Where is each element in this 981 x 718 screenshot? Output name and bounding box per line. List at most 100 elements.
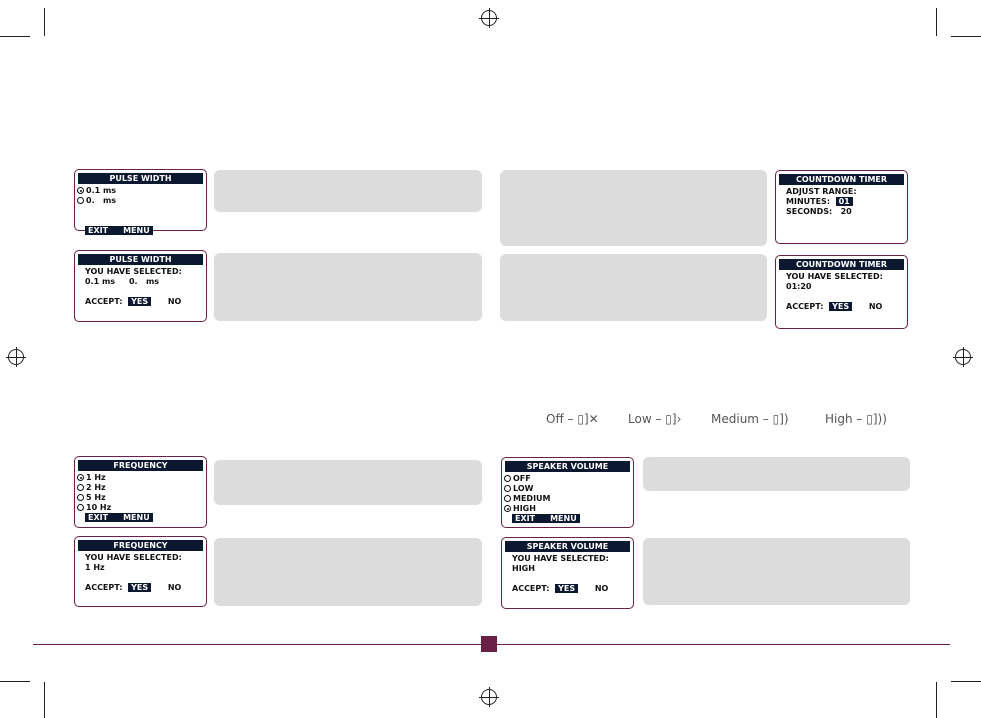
option-label: 10 Hz (86, 503, 112, 512)
screen-line: YOU HAVE SELECTED: (75, 267, 206, 277)
no-button[interactable]: NO (168, 297, 182, 306)
option-label: 0. ms (86, 196, 117, 205)
option-label: HIGH (513, 504, 536, 513)
lcd-screen-speaker-volume-confirm: SPEAKER VOLUME YOU HAVE SELECTED: HIGH ACCE… (501, 537, 634, 609)
lcd-screen-countdown-timer-adjust: COUNTDOWN TIMER ADJUST RANGE: MINUTES: 01 S… (775, 170, 908, 244)
radio-selected-icon[interactable] (77, 187, 84, 194)
field-value[interactable]: 01 (835, 197, 853, 206)
screen-line: EXIT MENU (75, 226, 206, 236)
option-label: LOW (513, 484, 534, 493)
screen-text: HIGH (512, 564, 535, 573)
radio-selected-icon[interactable] (504, 505, 511, 512)
radio-option[interactable]: OFF (502, 474, 633, 484)
screen-title: SPEAKER VOLUME (505, 461, 630, 472)
screen-line: EXIT MENU (75, 513, 206, 523)
exit-button[interactable]: EXIT (85, 226, 121, 235)
radio-empty-icon[interactable] (77, 504, 84, 511)
volume-legend-medium: Medium – ▯]) (711, 412, 789, 426)
yes-button[interactable]: YES (128, 297, 152, 306)
option-label: OFF (513, 474, 531, 483)
volume-label: Low – (628, 412, 662, 426)
speaker-high-icon: ▯])) (866, 412, 887, 426)
lcd-screen-countdown-timer-confirm: COUNTDOWN TIMER YOU HAVE SELECTED: 01:20 AC… (775, 255, 908, 329)
registration-mark-icon (6, 347, 26, 367)
no-button[interactable]: NO (595, 584, 609, 593)
field-label: MINUTES: (786, 197, 836, 206)
exit-button[interactable]: EXIT (85, 513, 121, 522)
radio-option[interactable]: 5 Hz (75, 493, 206, 503)
page-marker (481, 636, 497, 652)
option-label: MEDIUM (513, 494, 551, 503)
no-button[interactable]: NO (869, 302, 883, 311)
radio-option[interactable]: MEDIUM (502, 494, 633, 504)
screen-text: 01:20 (786, 282, 812, 291)
text-panel (214, 253, 482, 321)
radio-empty-icon[interactable] (77, 197, 84, 204)
speaker-muted-icon: ▯]✕ (577, 412, 599, 426)
screen-line: 0.1 ms 0. ms (75, 277, 206, 287)
volume-legend-low: Low – ▯]› (628, 412, 681, 426)
accept-label: ACCEPT: (85, 583, 123, 592)
yes-button[interactable]: YES (555, 584, 579, 593)
screen-line: ACCEPT: YES NO (776, 302, 907, 312)
text-panel (500, 254, 767, 321)
volume-legend-high: High – ▯])) (825, 412, 887, 426)
option-label: 0.1 ms (86, 186, 117, 195)
radio-empty-icon[interactable] (504, 495, 511, 502)
no-button[interactable]: NO (168, 583, 182, 592)
text-panel (643, 457, 910, 491)
radio-empty-icon[interactable] (77, 484, 84, 491)
screen-line: MINUTES: 01 (776, 197, 907, 207)
text-panel (500, 170, 767, 246)
lcd-screen-speaker-volume-select: SPEAKER VOLUME OFF LOW MEDIUM HIGH EXIT MENU (501, 457, 634, 528)
menu-button[interactable]: MENU (120, 513, 153, 522)
registration-mark-icon (953, 347, 973, 367)
screen-line: ACCEPT: YES NO (75, 583, 206, 593)
radio-option[interactable]: 0.1 ms (75, 186, 206, 196)
option-label: 2 Hz (86, 483, 106, 492)
screen-title: SPEAKER VOLUME (505, 541, 630, 552)
text-panel (214, 538, 482, 606)
crop-mark (951, 681, 981, 682)
volume-label: High – (825, 412, 863, 426)
lcd-screen-frequency-select: FREQUENCY 1 Hz 2 Hz 5 Hz 10 Hz EXIT MENU (74, 456, 207, 528)
screen-title: PULSE WIDTH (78, 173, 203, 184)
radio-option[interactable]: 1 Hz (75, 473, 206, 483)
option-label: 1 Hz (86, 473, 106, 482)
screen-line: ACCEPT: YES NO (75, 297, 206, 307)
accept-label: ACCEPT: (512, 584, 550, 593)
radio-option[interactable]: 2 Hz (75, 483, 206, 493)
screen-line: YOU HAVE SELECTED: (75, 553, 206, 563)
radio-option[interactable]: LOW (502, 484, 633, 494)
crop-mark (936, 8, 937, 36)
radio-option[interactable]: 0. ms (75, 196, 206, 206)
radio-empty-icon[interactable] (504, 475, 511, 482)
yes-button[interactable]: YES (128, 583, 152, 592)
field-label: SECONDS: (786, 207, 841, 216)
accept-label: ACCEPT: (85, 297, 123, 306)
radio-option[interactable]: HIGH (502, 504, 633, 514)
menu-button[interactable]: MENU (547, 514, 580, 523)
yes-button[interactable]: YES (829, 302, 853, 311)
exit-button[interactable]: EXIT (512, 514, 548, 523)
radio-empty-icon[interactable] (77, 494, 84, 501)
radio-option[interactable]: 10 Hz (75, 503, 206, 513)
screen-line: ACCEPT: YES NO (502, 584, 633, 594)
volume-legend-off: Off – ▯]✕ (546, 412, 599, 426)
registration-mark-icon (479, 687, 499, 707)
accept-label: ACCEPT: (786, 302, 824, 311)
screen-title: FREQUENCY (78, 460, 203, 471)
option-label: 5 Hz (86, 493, 106, 502)
field-value[interactable]: 20 (841, 207, 852, 216)
radio-empty-icon[interactable] (504, 485, 511, 492)
screen-title: FREQUENCY (78, 540, 203, 551)
menu-button[interactable]: MENU (120, 226, 153, 235)
screen-text: YOU HAVE SELECTED: (786, 272, 883, 281)
radio-selected-icon[interactable] (77, 474, 84, 481)
crop-mark (0, 681, 30, 682)
lcd-screen-frequency-confirm: FREQUENCY YOU HAVE SELECTED: 1 Hz ACCEPT: Y… (74, 536, 207, 607)
